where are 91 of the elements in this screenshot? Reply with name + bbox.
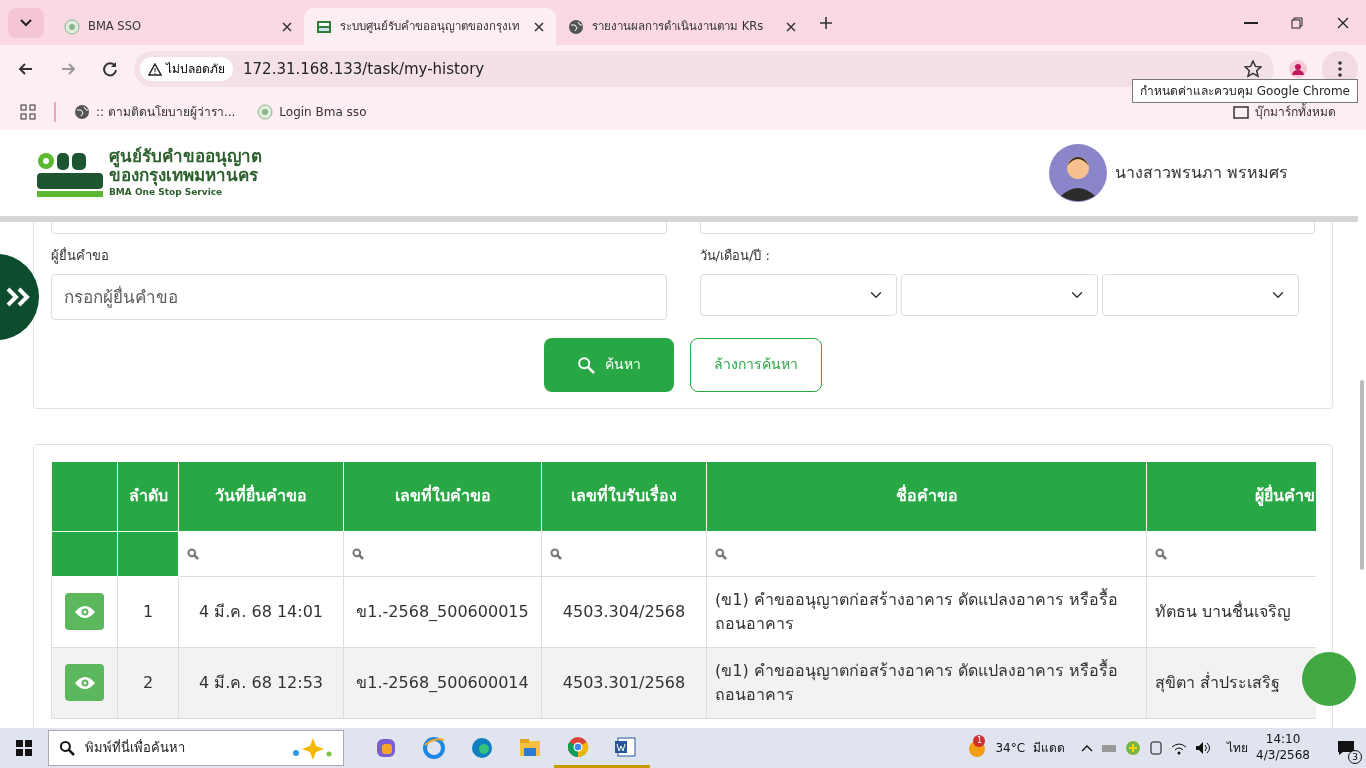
word-icon <box>614 734 638 759</box>
star-icon <box>1244 60 1262 78</box>
notification-badge: 1 <box>973 735 986 747</box>
copilot-icon <box>374 736 398 760</box>
double-chevron-icon <box>5 286 31 308</box>
kebab-icon <box>1338 61 1342 77</box>
search-icon <box>59 740 75 756</box>
all-bookmarks-button[interactable]: บุ๊กมาร์กทั้งหมด <box>1229 100 1340 123</box>
logo-text: ศูนย์รับคำขออนุญาต <box>109 146 262 167</box>
browser-tab[interactable]: รายงานผลการดำเนินงานตาม KRs <box>556 8 808 45</box>
close-icon <box>786 21 796 32</box>
chrome-icon <box>566 734 590 759</box>
search-icon <box>187 547 199 560</box>
request-name-cell: (ข1) คำขออนุญาตก่อสร้างอาคาร ดัดแปลงอาคาร หรือรื้อถอนอาคาร <box>715 660 1118 704</box>
bookmark-link[interactable]: Login Bma sso <box>253 100 371 123</box>
column-header: เลขที่ใบคำขอ <box>394 486 491 505</box>
receipt-number-cell: 4503.304/2568 <box>562 601 686 621</box>
view-button[interactable] <box>65 593 104 630</box>
applicant-cell: ทัตธน บานชื่นเจริญ <box>1155 601 1292 621</box>
wifi-icon[interactable] <box>1171 741 1188 755</box>
taskbar-search[interactable]: พิมพ์ที่นี่เพื่อค้นหา <box>48 730 344 766</box>
request-number-cell: ข1.-2568_500600015 <box>356 601 529 621</box>
logo-text: BMA One Stop Service <box>109 186 224 199</box>
language-indicator[interactable]: ไทย <box>1227 739 1249 757</box>
browser-icon <box>422 736 446 760</box>
search-icon <box>352 547 364 560</box>
plus-icon <box>819 15 833 30</box>
favicon-icon <box>568 18 584 35</box>
clock-date[interactable]: 4/3/2568 <box>1256 748 1310 764</box>
column-header: เลขที่ใบรับเรื่อง <box>571 486 677 505</box>
input-field[interactable] <box>51 222 667 234</box>
search-icon <box>577 355 595 374</box>
browser-icon <box>470 736 494 760</box>
applicant-input[interactable]: กรอกผู้ยื่นคำขอ <box>51 273 667 320</box>
notification-center-button[interactable]: 3 <box>1326 728 1366 768</box>
windows-icon <box>16 740 32 756</box>
field-label: วัน/เดือน/ปี : <box>699 247 771 265</box>
close-icon <box>534 21 544 32</box>
weather-text: มีแดด <box>1033 740 1066 757</box>
input-field[interactable] <box>699 222 1315 234</box>
column-header: วันที่ยื่นคำขอ <box>215 486 307 505</box>
column-header: ชื่อคำขอ <box>895 486 958 505</box>
folder-icon <box>1233 104 1249 119</box>
shield-icon[interactable] <box>1125 740 1142 756</box>
date-cell: 4 มี.ค. 68 14:01 <box>198 601 324 621</box>
search-icon <box>1155 547 1167 560</box>
date-cell: 4 มี.ค. 68 12:53 <box>198 672 324 692</box>
security-chip[interactable]: ไม่ปลอดภัย <box>140 57 233 81</box>
favicon-icon <box>64 18 80 35</box>
user-name: นางสาวพรนภา พรหมศร <box>1114 162 1288 184</box>
person-icon <box>1289 60 1307 78</box>
clock-time[interactable]: 14:10 <box>1256 732 1310 748</box>
seal-icon <box>257 103 274 120</box>
tooltip: กำหนดค่าและควบคุม Google Chrome <box>1132 79 1358 103</box>
request-name-cell: (ข1) คำขออนุญาตก่อสร้างอาคาร ดัดแปลงอาคาร หรือรื้อถอนอาคาร <box>715 589 1118 633</box>
search-icon <box>550 547 562 560</box>
close-icon <box>282 21 292 32</box>
eye-icon <box>73 604 96 619</box>
close-icon <box>1336 15 1350 30</box>
row-number: 2 <box>142 672 154 692</box>
column-header: ลำดับ <box>128 486 168 505</box>
restore-icon <box>1290 15 1304 30</box>
url-text: 172.31.168.133/task/my-history <box>243 58 486 80</box>
browser-tab[interactable]: ระบบศูนย์รับคำขออนุญาตของกรุงเท <box>304 8 556 45</box>
chevron-up-icon[interactable] <box>1081 744 1094 752</box>
chevron-down-icon <box>20 19 32 27</box>
request-number-cell: ข1.-2568_500600014 <box>356 672 529 692</box>
temperature-text: 34°C <box>995 740 1026 757</box>
device-icon[interactable] <box>1149 740 1164 756</box>
favicon-icon <box>316 18 332 35</box>
view-button[interactable] <box>65 664 104 701</box>
avatar-icon <box>1048 144 1107 202</box>
chat-icon <box>1337 740 1355 756</box>
globe-icon <box>74 103 90 120</box>
warning-icon <box>148 62 162 76</box>
eye-icon <box>73 675 96 690</box>
applicant-cell: สุขิตา ส่ำประเสริฐ <box>1155 672 1281 692</box>
row-number: 1 <box>142 601 154 621</box>
minimize-icon <box>1244 21 1258 24</box>
column-header: ผู้ยื่นคำข <box>1255 486 1315 505</box>
notification-count: 3 <box>1348 750 1362 764</box>
reload-icon <box>101 60 119 78</box>
speaker-icon[interactable] <box>1195 741 1212 755</box>
browser-tab[interactable]: BMA SSO <box>52 8 304 45</box>
grid-icon <box>20 103 36 120</box>
tab-search-button[interactable] <box>8 8 44 38</box>
receipt-number-cell: 4503.301/2568 <box>562 672 686 692</box>
search-icon <box>715 547 727 560</box>
field-label: ผู้ยื่นคำขอ <box>51 246 110 266</box>
scrollbar-thumb[interactable] <box>1360 380 1364 570</box>
bookmark-link[interactable]: :: ตามติดนโยบายผู้ว่ารา... <box>70 100 240 123</box>
